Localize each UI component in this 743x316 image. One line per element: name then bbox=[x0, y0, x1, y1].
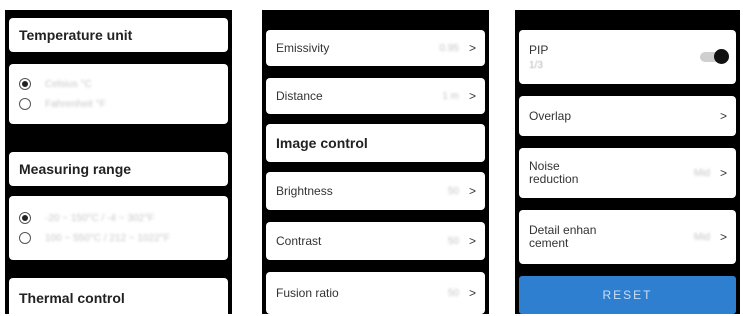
pip-row[interactable]: PIP 1/3 bbox=[519, 30, 736, 84]
chevron-right-icon: > bbox=[468, 234, 476, 248]
temperature-unit-options: Celsius °C Fahrenheit °F bbox=[9, 64, 228, 124]
radio-selected-icon[interactable] bbox=[19, 78, 31, 90]
fusion-ratio-value: 50 bbox=[447, 287, 459, 299]
detail-enhancement-row[interactable]: Detail enhan cement Mid > bbox=[519, 210, 736, 264]
contrast-row[interactable]: Contrast 50 > bbox=[266, 222, 485, 260]
noise-reduction-label: Noise reduction bbox=[529, 159, 579, 186]
pip-label: PIP bbox=[529, 42, 549, 57]
fusion-ratio-label: Fusion ratio bbox=[276, 286, 339, 300]
temperature-unit-option-celsius[interactable]: Celsius °C bbox=[9, 78, 228, 90]
temperature-unit-header: Temperature unit bbox=[9, 18, 228, 52]
overlap-row[interactable]: Overlap > bbox=[519, 96, 736, 136]
advanced-settings-panel: PIP 1/3 Overlap > Noise reduction Mid > … bbox=[515, 10, 740, 314]
thermal-control-title: Thermal control bbox=[19, 290, 125, 306]
emissivity-row[interactable]: Emissivity 0.95 > bbox=[266, 30, 485, 66]
reset-button[interactable]: RESET bbox=[519, 276, 736, 314]
pip-value: 1/3 bbox=[529, 59, 543, 71]
option-label: -20 ~ 150°C / -4 ~ 302°F bbox=[45, 212, 155, 224]
emissivity-label: Emissivity bbox=[276, 41, 330, 55]
noise-reduction-value: Mid bbox=[693, 167, 710, 179]
detail-enhancement-label: Detail enhan cement bbox=[529, 223, 597, 250]
emissivity-value: 0.95 bbox=[439, 42, 459, 54]
image-control-title: Image control bbox=[276, 135, 368, 151]
measuring-range-option-high[interactable]: 100 ~ 550°C / 212 ~ 1022°F bbox=[9, 232, 228, 244]
contrast-label: Contrast bbox=[276, 234, 322, 248]
distance-row[interactable]: Distance 1 m > bbox=[266, 78, 485, 114]
option-label: 100 ~ 550°C / 212 ~ 1022°F bbox=[45, 232, 170, 244]
contrast-value: 50 bbox=[447, 235, 459, 247]
temperature-unit-option-fahrenheit[interactable]: Fahrenheit °F bbox=[9, 98, 228, 110]
image-control-header: Image control bbox=[266, 124, 485, 162]
radio-selected-icon[interactable] bbox=[19, 212, 31, 224]
option-label: Celsius °C bbox=[45, 78, 92, 90]
chevron-right-icon: > bbox=[719, 230, 727, 244]
chevron-right-icon: > bbox=[468, 41, 476, 55]
chevron-right-icon: > bbox=[719, 166, 727, 180]
image-settings-panel: Emissivity 0.95 > Distance 1 m > Image c… bbox=[262, 10, 489, 314]
overlap-label: Overlap bbox=[529, 109, 572, 123]
distance-value: 1 m bbox=[442, 90, 459, 102]
temperature-unit-title: Temperature unit bbox=[19, 27, 133, 43]
measuring-range-title: Measuring range bbox=[19, 161, 132, 177]
temperature-settings-panel: Temperature unit Celsius °C Fahrenheit °… bbox=[5, 10, 232, 314]
chevron-right-icon: > bbox=[468, 184, 476, 198]
fusion-ratio-row[interactable]: Fusion ratio 50 > bbox=[266, 272, 485, 314]
distance-label: Distance bbox=[276, 89, 323, 103]
thermal-control-header: Thermal control bbox=[9, 278, 228, 314]
chevron-right-icon: > bbox=[468, 89, 476, 103]
chevron-right-icon: > bbox=[468, 286, 476, 300]
brightness-row[interactable]: Brightness 50 > bbox=[266, 172, 485, 210]
radio-unselected-icon[interactable] bbox=[19, 98, 31, 110]
noise-reduction-row[interactable]: Noise reduction Mid > bbox=[519, 148, 736, 198]
chevron-right-icon: > bbox=[719, 109, 727, 123]
measuring-range-option-low[interactable]: -20 ~ 150°C / -4 ~ 302°F bbox=[9, 212, 228, 224]
detail-enhancement-value: Mid bbox=[693, 231, 710, 243]
option-label: Fahrenheit °F bbox=[45, 98, 106, 110]
measuring-range-options: -20 ~ 150°C / -4 ~ 302°F 100 ~ 550°C / 2… bbox=[9, 196, 228, 260]
measuring-range-header: Measuring range bbox=[9, 152, 228, 186]
brightness-label: Brightness bbox=[276, 184, 333, 198]
pip-toggle[interactable] bbox=[700, 49, 729, 64]
brightness-value: 50 bbox=[447, 185, 459, 197]
radio-unselected-icon[interactable] bbox=[19, 232, 31, 244]
